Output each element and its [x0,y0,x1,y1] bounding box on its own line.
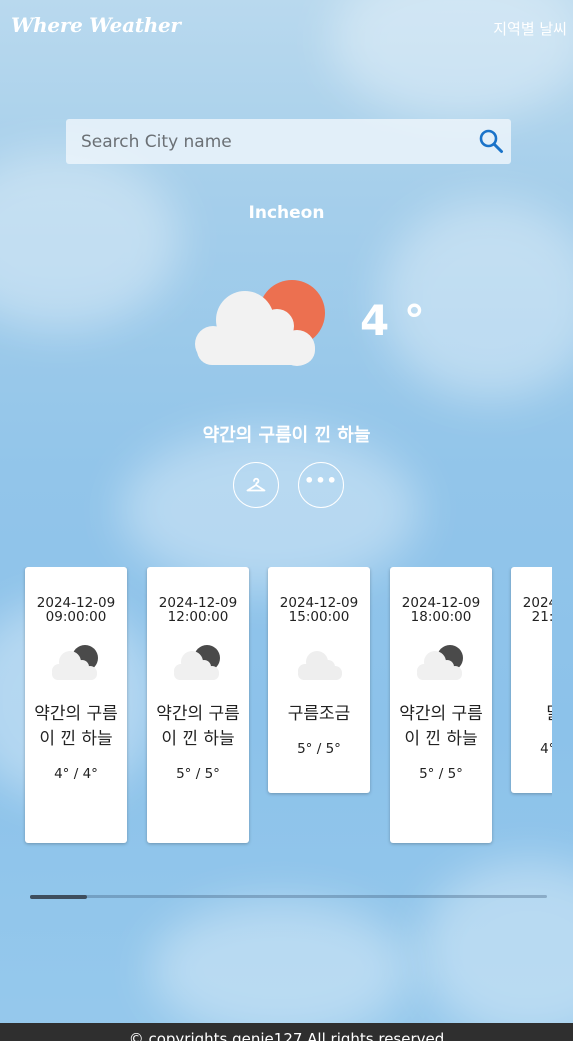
forecast-card[interactable]: 2024-12-09 18:00:00 약간의 구름이 낀 하늘 5° / 5° [390,567,492,843]
forecast-date: 2024-12-09 [522,595,552,611]
few-clouds-night-icon [174,645,220,680]
forecast-card[interactable]: 2024-12-09 21:00:00 맑음 4° / 4° [511,567,552,793]
forecast-list[interactable]: 2024-12-09 09:00:00 약간의 구름이 낀 하늘 4° / 4°… [0,567,552,857]
footer: © copyrights genie127 All rights reserve… [0,1023,573,1041]
regional-weather-link[interactable]: 지역별 날씨 [493,18,567,39]
forecast-date: 2024-12-09 [36,595,116,611]
forecast-date: 2024-12-09 [279,595,359,611]
forecast-card[interactable]: 2024-12-09 12:00:00 약간의 구름이 낀 하늘 5° / 5° [147,567,249,843]
clear-night-icon [534,642,552,682]
more-button[interactable]: ••• [298,462,344,508]
forecast-datetime: 2024-12-09 18:00:00 [390,596,492,624]
forecast-datetime: 2024-12-09 21:00:00 [511,596,552,624]
few-clouds-day-icon [195,280,325,366]
forecast-date: 2024-12-09 [158,595,238,611]
few-clouds-night-icon [52,645,98,680]
forecast-scrollbar[interactable] [30,894,547,899]
more-icon: ••• [304,471,338,490]
city-name: Incheon [248,203,325,223]
hanger-icon [246,477,266,492]
current-temperature: 4 ° [360,296,425,345]
forecast-datetime: 2024-12-09 09:00:00 [25,596,127,624]
copyright-text: © copyrights genie127 All rights reserve… [128,1030,445,1041]
forecast-description: 맑음 [518,702,552,727]
forecast-datetime: 2024-12-09 12:00:00 [147,596,249,624]
forecast-time: 12:00:00 [167,609,229,625]
weather-description: 약간의 구름이 낀 하늘 [202,425,371,446]
forecast-description: 약간의 구름이 낀 하늘 [399,704,483,749]
forecast-temp: 5° / 5° [297,741,341,757]
forecast-time: 15:00:00 [288,609,350,625]
forecast-datetime: 2024-12-09 15:00:00 [268,596,370,624]
forecast-temp: 5° / 5° [419,766,463,782]
forecast-description: 약간의 구름이 낀 하늘 [34,704,118,749]
search-bar [66,119,511,164]
cloud-icon [298,651,342,680]
forecast-time: 09:00:00 [45,609,107,625]
forecast-time: 21:00:00 [531,609,552,625]
search-icon[interactable] [478,128,504,154]
forecast-card[interactable]: 2024-12-09 15:00:00 구름조금 5° / 5° [268,567,370,793]
forecast-card[interactable]: 2024-12-09 09:00:00 약간의 구름이 낀 하늘 4° / 4° [25,567,127,843]
few-clouds-night-icon [417,645,463,680]
scrollbar-thumb[interactable] [30,894,87,899]
forecast-date: 2024-12-09 [401,595,481,611]
forecast-temp: 4° / 4° [540,741,552,757]
header: Where Weather 지역별 날씨 [0,0,573,56]
forecast-time: 18:00:00 [410,609,472,625]
search-input[interactable] [66,119,466,164]
forecast-description: 구름조금 [287,704,351,724]
forecast-temp: 5° / 5° [176,766,220,782]
outfit-button[interactable] [233,462,279,508]
forecast-description: 약간의 구름이 낀 하늘 [156,704,240,749]
forecast-temp: 4° / 4° [54,766,98,782]
app-logo[interactable]: Where Weather [11,13,181,37]
